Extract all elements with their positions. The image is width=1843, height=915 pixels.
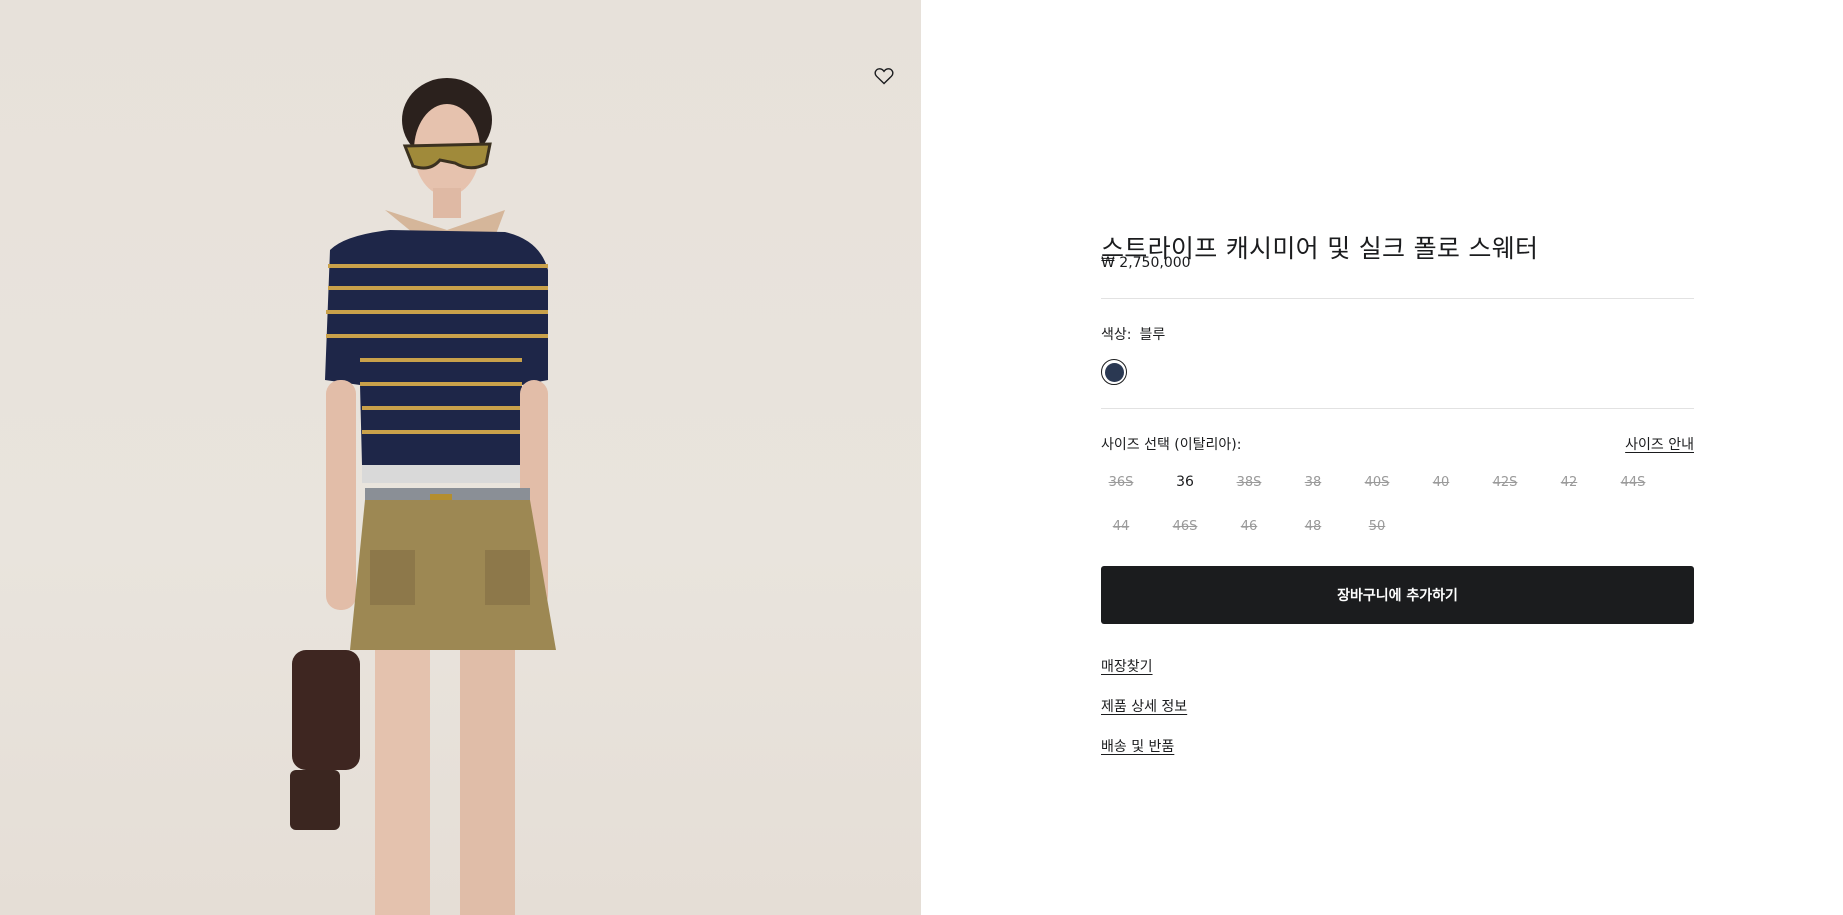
find-store-link[interactable]: 매장찾기 [1101, 656, 1153, 676]
size-option[interactable]: 44 [1101, 508, 1141, 544]
size-option[interactable]: 40 [1421, 464, 1461, 500]
color-label: 색상: [1101, 327, 1132, 343]
size-option[interactable]: 36 [1165, 464, 1205, 500]
size-option[interactable]: 36S [1101, 464, 1141, 500]
size-option[interactable]: 38S [1229, 464, 1269, 500]
size-option[interactable]: 46S [1165, 508, 1205, 544]
product-image [0, 0, 921, 915]
size-label: 사이즈 선택 (이탈리아): [1101, 437, 1242, 453]
heart-icon[interactable] [872, 64, 896, 88]
product-price: ₩ 2,750,000 [1101, 255, 1191, 271]
color-swatch-blue[interactable] [1101, 359, 1127, 385]
product-details-link[interactable]: 제품 상세 정보 [1101, 696, 1187, 716]
divider [1101, 298, 1694, 299]
color-value: 블루 [1139, 327, 1166, 343]
size-option[interactable]: 42S [1485, 464, 1525, 500]
size-option[interactable]: 44S [1613, 464, 1653, 500]
size-option[interactable]: 42 [1549, 464, 1589, 500]
size-option[interactable]: 38 [1293, 464, 1333, 500]
size-option[interactable]: 46 [1229, 508, 1269, 544]
add-to-cart-button[interactable]: 장바구니에 추가하기 [1101, 566, 1694, 624]
model-illustration [290, 78, 556, 915]
size-option[interactable]: 48 [1293, 508, 1333, 544]
size-option[interactable]: 50 [1357, 508, 1397, 544]
color-selection: 색상: 블루 [1101, 324, 1165, 344]
shipping-returns-link[interactable]: 배송 및 반품 [1101, 736, 1174, 756]
divider [1101, 408, 1694, 409]
swatch-fill [1104, 362, 1124, 382]
size-guide-link[interactable]: 사이즈 안내 [1625, 434, 1694, 454]
size-option[interactable]: 40S [1357, 464, 1397, 500]
